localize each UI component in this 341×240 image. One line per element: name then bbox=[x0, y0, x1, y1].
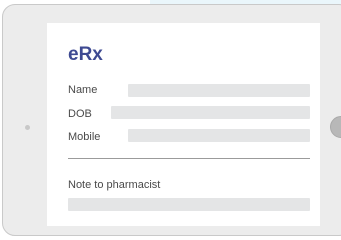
camera-icon bbox=[25, 125, 30, 130]
tablet-screen: eRx Name DOB Mobile Note to pharmacist bbox=[47, 23, 320, 226]
name-field[interactable] bbox=[128, 84, 310, 97]
home-button[interactable] bbox=[330, 116, 341, 138]
form-divider bbox=[68, 158, 310, 159]
name-label: Name bbox=[68, 84, 98, 96]
note-label: Note to pharmacist bbox=[68, 179, 161, 191]
form-title: eRx bbox=[68, 44, 103, 65]
mobile-field[interactable] bbox=[128, 129, 310, 142]
dob-label: DOB bbox=[68, 108, 92, 120]
dob-field[interactable] bbox=[111, 106, 310, 119]
note-field[interactable] bbox=[68, 198, 310, 211]
mobile-label: Mobile bbox=[68, 131, 101, 143]
